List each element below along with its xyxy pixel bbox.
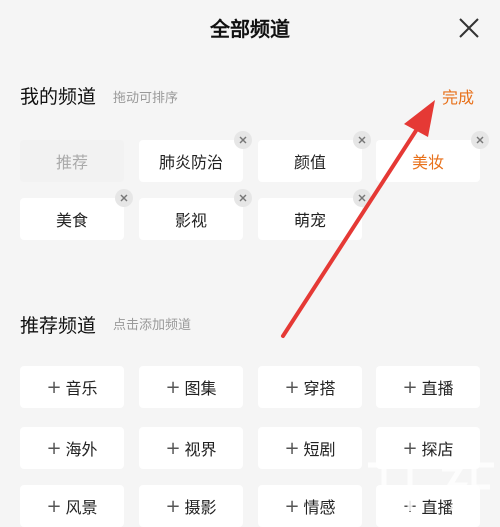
plus-icon: + bbox=[46, 437, 62, 459]
chip-label: 美妆 bbox=[411, 153, 444, 172]
remove-icon[interactable] bbox=[353, 131, 371, 149]
recommended-channels-hint: 点击添加频道 bbox=[113, 318, 192, 333]
chip-label: 图集 bbox=[184, 379, 217, 398]
add-channel-chip[interactable]: + 视界 bbox=[139, 427, 243, 469]
my-channel-chip[interactable]: 颜值 bbox=[258, 131, 371, 182]
plus-icon: + bbox=[46, 495, 62, 517]
my-channel-chip[interactable]: 萌宠 bbox=[258, 189, 371, 240]
my-channel-chip-active[interactable]: 美妆 bbox=[376, 131, 489, 182]
chip-label: 直播 bbox=[421, 379, 454, 398]
chip-label: 美食 bbox=[55, 211, 88, 230]
remove-icon[interactable] bbox=[234, 131, 252, 149]
chip-label: 萌宠 bbox=[293, 211, 326, 230]
my-channels-hint: 拖动可排序 bbox=[113, 91, 179, 106]
my-channel-chip[interactable]: 影视 bbox=[139, 189, 252, 240]
plus-icon: + bbox=[284, 437, 300, 459]
chip-label: 推荐 bbox=[55, 153, 88, 172]
close-icon[interactable] bbox=[457, 16, 481, 40]
header: 全部频道 bbox=[0, 0, 500, 56]
plus-icon: + bbox=[402, 437, 418, 459]
remove-icon[interactable] bbox=[115, 189, 133, 207]
plus-icon: + bbox=[284, 495, 300, 517]
chip-label: 风景 bbox=[65, 498, 98, 517]
chip-label: 穿搭 bbox=[303, 379, 336, 398]
chip-label: 摄影 bbox=[184, 498, 217, 517]
add-channel-chip[interactable]: + 图集 bbox=[139, 366, 243, 408]
plus-icon: + bbox=[402, 376, 418, 398]
remove-icon[interactable] bbox=[353, 189, 371, 207]
add-channel-chip[interactable]: + 直播 bbox=[376, 366, 480, 408]
remove-icon[interactable] bbox=[471, 131, 489, 149]
chip-label: 海外 bbox=[65, 440, 98, 459]
chip-label: 探店 bbox=[421, 440, 454, 459]
add-channel-chip[interactable]: + 音乐 bbox=[20, 366, 124, 408]
done-button[interactable]: 完成 bbox=[442, 84, 474, 108]
my-channel-chip-recommend[interactable]: 推荐 bbox=[20, 140, 124, 182]
my-channel-chip[interactable]: 肺炎防治 bbox=[139, 131, 252, 182]
plus-icon: + bbox=[165, 495, 181, 517]
plus-icon: + bbox=[402, 495, 418, 517]
chip-label: 短剧 bbox=[303, 440, 336, 459]
remove-icon[interactable] bbox=[234, 189, 252, 207]
plus-icon: + bbox=[165, 376, 181, 398]
add-channel-chip[interactable]: + 短剧 bbox=[258, 427, 362, 469]
recommended-channels-title: 推荐频道 bbox=[20, 315, 97, 337]
chip-label: 影视 bbox=[174, 211, 207, 230]
chip-label: 情感 bbox=[303, 498, 336, 517]
plus-icon: + bbox=[46, 376, 62, 398]
add-channel-chip[interactable]: + 探店 bbox=[376, 427, 480, 469]
chip-label: 直播 bbox=[421, 498, 454, 517]
chip-label: 颜值 bbox=[293, 153, 326, 172]
chip-label: 音乐 bbox=[65, 379, 98, 398]
plus-icon: + bbox=[165, 437, 181, 459]
my-channel-chip[interactable]: 美食 bbox=[20, 189, 133, 240]
add-channel-chip[interactable]: + 穿搭 bbox=[258, 366, 362, 408]
plus-icon: + bbox=[284, 376, 300, 398]
my-channels-title: 我的频道 bbox=[20, 86, 97, 108]
chip-label: 视界 bbox=[184, 440, 217, 459]
chip-label: 肺炎防治 bbox=[158, 153, 223, 172]
add-channel-chip[interactable]: + 海外 bbox=[20, 427, 124, 469]
page-title: 全部频道 bbox=[210, 17, 290, 41]
